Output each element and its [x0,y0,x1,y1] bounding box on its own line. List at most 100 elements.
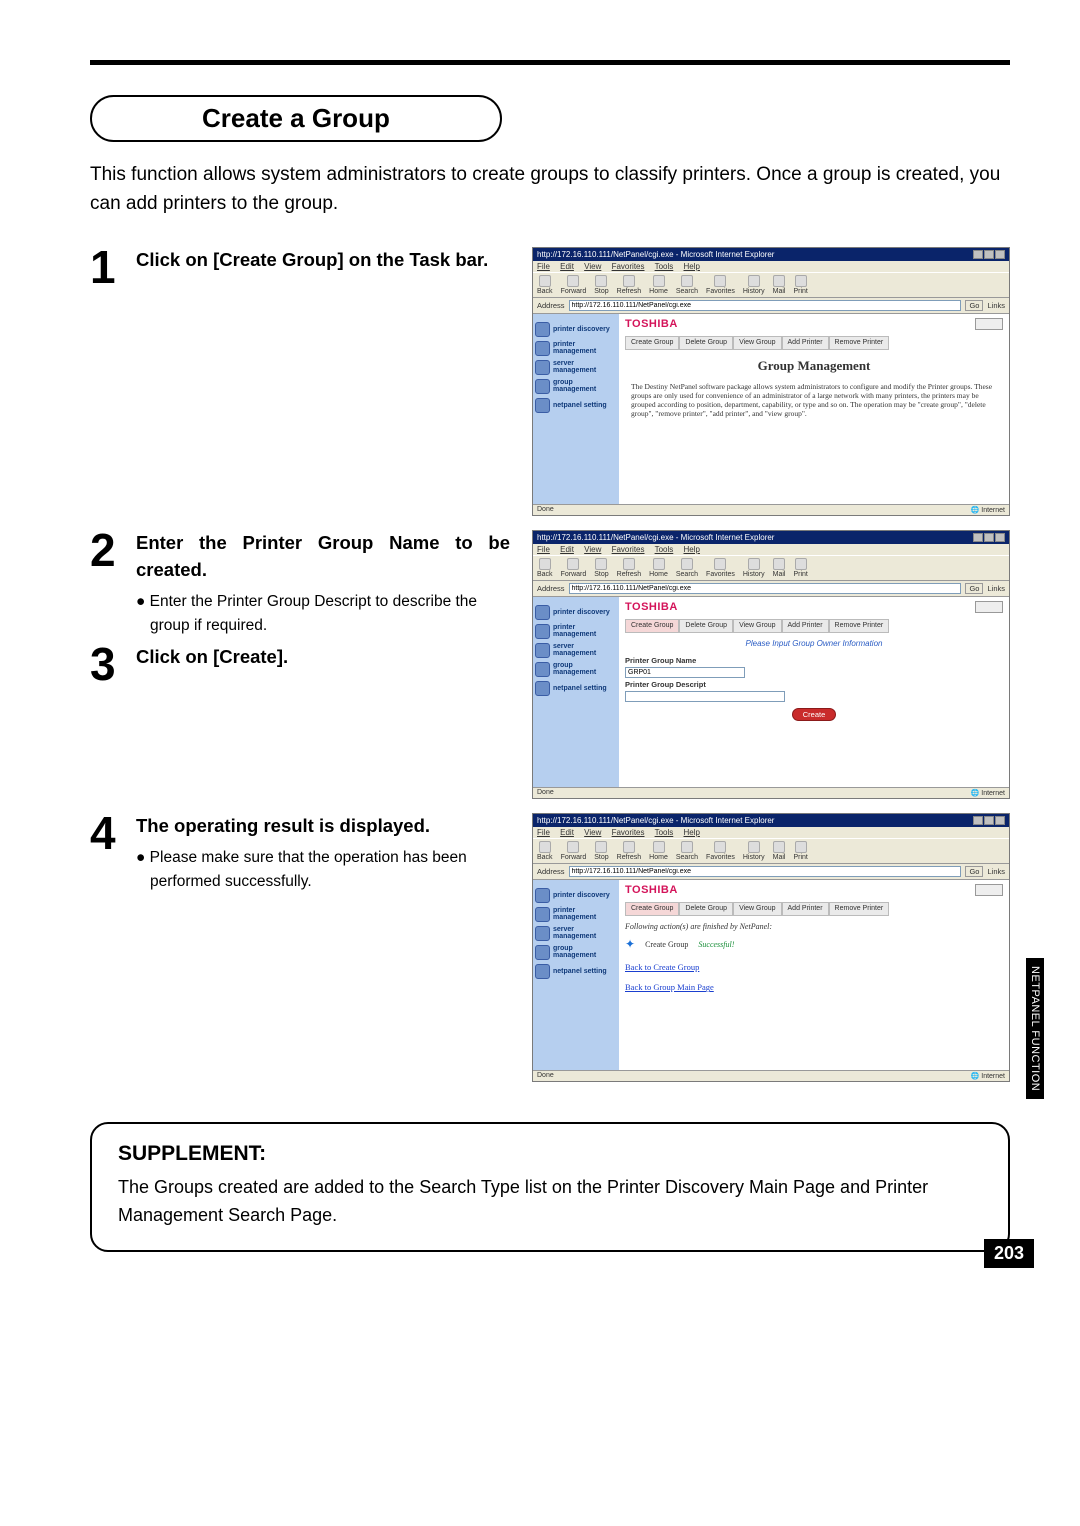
tab-remove-printer[interactable]: Remove Printer [829,619,890,633]
tab-add-printer[interactable]: Add Printer [782,902,829,916]
tab-delete-group[interactable]: Delete Group [679,619,733,633]
sidebar-item-printer-discovery[interactable]: printer discovery [535,322,617,337]
toolbar-mail[interactable]: Mail [773,841,786,861]
menu-edit[interactable]: Edit [560,262,574,271]
toolbar-refresh[interactable]: Refresh [617,558,642,578]
sidebar-item-printer-management[interactable]: printer management [535,624,617,639]
sidebar-item-group-management[interactable]: group management [535,662,617,677]
tab-add-printer[interactable]: Add Printer [782,336,829,350]
menu-file[interactable]: File [537,828,550,837]
menu-tools[interactable]: Tools [655,545,674,554]
sidebar-item-netpanel-setting[interactable]: netpanel setting [535,964,617,979]
tab-remove-printer[interactable]: Remove Printer [829,902,890,916]
toolbar-mail[interactable]: Mail [773,275,786,295]
toolbar-refresh[interactable]: Refresh [617,275,642,295]
tab-view-group[interactable]: View Group [733,902,781,916]
go-button[interactable]: Go [965,300,983,311]
menu-bar[interactable]: File Edit View Favorites Tools Help [533,827,1009,838]
toolbar-print[interactable]: Print [793,275,807,295]
toolbar-home[interactable]: Home [649,275,668,295]
menu-help[interactable]: Help [684,828,700,837]
toolbar-home[interactable]: Home [649,841,668,861]
sidebar-item-printer-management[interactable]: printer management [535,341,617,356]
tab-create-group[interactable]: Create Group [625,619,679,633]
language-flags[interactable] [975,318,1003,330]
sidebar-item-printer-discovery[interactable]: printer discovery [535,888,617,903]
toolbar-stop[interactable]: Stop [594,841,608,861]
go-button[interactable]: Go [965,583,983,594]
menu-favorites[interactable]: Favorites [612,262,645,271]
links-label[interactable]: Links [987,584,1005,593]
toolbar-search[interactable]: Search [676,841,698,861]
menu-bar[interactable]: File Edit View Favorites Tools Help [533,544,1009,555]
toolbar-back[interactable]: Back [537,558,553,578]
language-flags[interactable] [975,884,1003,896]
tab-view-group[interactable]: View Group [733,336,781,350]
toolbar-favorites[interactable]: Favorites [706,275,735,295]
menu-favorites[interactable]: Favorites [612,545,645,554]
toolbar-back[interactable]: Back [537,275,553,295]
address-input[interactable] [569,583,962,594]
window-buttons[interactable] [973,250,1005,259]
toolbar-search[interactable]: Search [676,558,698,578]
create-button[interactable]: Create [792,708,837,721]
tab-delete-group[interactable]: Delete Group [679,336,733,350]
menu-edit[interactable]: Edit [560,545,574,554]
sidebar-item-server-management[interactable]: server management [535,926,617,941]
links-label[interactable]: Links [987,867,1005,876]
toolbar-search[interactable]: Search [676,275,698,295]
address-input[interactable] [569,866,962,877]
toolbar-refresh[interactable]: Refresh [617,841,642,861]
toolbar-back[interactable]: Back [537,841,553,861]
toolbar-history[interactable]: History [743,841,765,861]
input-group-name[interactable] [625,667,745,678]
sidebar-item-netpanel-setting[interactable]: netpanel setting [535,681,617,696]
tab-create-group[interactable]: Create Group [625,336,679,350]
menu-help[interactable]: Help [684,545,700,554]
menu-file[interactable]: File [537,262,550,271]
links-label[interactable]: Links [987,301,1005,310]
menu-view[interactable]: View [584,828,601,837]
tab-remove-printer[interactable]: Remove Printer [829,336,890,350]
menu-help[interactable]: Help [684,262,700,271]
menu-bar[interactable]: File Edit View Favorites Tools Help [533,261,1009,272]
sidebar-item-printer-management[interactable]: printer management [535,907,617,922]
toolbar-print[interactable]: Print [793,558,807,578]
toolbar-home[interactable]: Home [649,558,668,578]
language-flags[interactable] [975,601,1003,613]
window-buttons[interactable] [973,816,1005,825]
link-back-create-group[interactable]: Back to Create Group [625,962,1003,972]
sidebar-item-server-management[interactable]: server management [535,643,617,658]
sidebar-item-netpanel-setting[interactable]: netpanel setting [535,398,617,413]
sidebar-item-printer-discovery[interactable]: printer discovery [535,605,617,620]
toolbar-favorites[interactable]: Favorites [706,558,735,578]
link-back-group-main[interactable]: Back to Group Main Page [625,982,1003,992]
menu-favorites[interactable]: Favorites [612,828,645,837]
toolbar-forward[interactable]: Forward [561,558,587,578]
toolbar-history[interactable]: History [743,275,765,295]
go-button[interactable]: Go [965,866,983,877]
address-input[interactable] [569,300,962,311]
sidebar-item-group-management[interactable]: group management [535,379,617,394]
menu-tools[interactable]: Tools [655,828,674,837]
menu-view[interactable]: View [584,262,601,271]
toolbar-forward[interactable]: Forward [561,841,587,861]
menu-file[interactable]: File [537,545,550,554]
tab-view-group[interactable]: View Group [733,619,781,633]
toolbar-forward[interactable]: Forward [561,275,587,295]
sidebar-item-group-management[interactable]: group management [535,945,617,960]
toolbar-history[interactable]: History [743,558,765,578]
tab-delete-group[interactable]: Delete Group [679,902,733,916]
toolbar-stop[interactable]: Stop [594,275,608,295]
toolbar-favorites[interactable]: Favorites [706,841,735,861]
menu-edit[interactable]: Edit [560,828,574,837]
menu-view[interactable]: View [584,545,601,554]
input-group-descript[interactable] [625,691,785,702]
toolbar-stop[interactable]: Stop [594,558,608,578]
toolbar-mail[interactable]: Mail [773,558,786,578]
toolbar-print[interactable]: Print [793,841,807,861]
tab-create-group[interactable]: Create Group [625,902,679,916]
tab-add-printer[interactable]: Add Printer [782,619,829,633]
window-buttons[interactable] [973,533,1005,542]
menu-tools[interactable]: Tools [655,262,674,271]
